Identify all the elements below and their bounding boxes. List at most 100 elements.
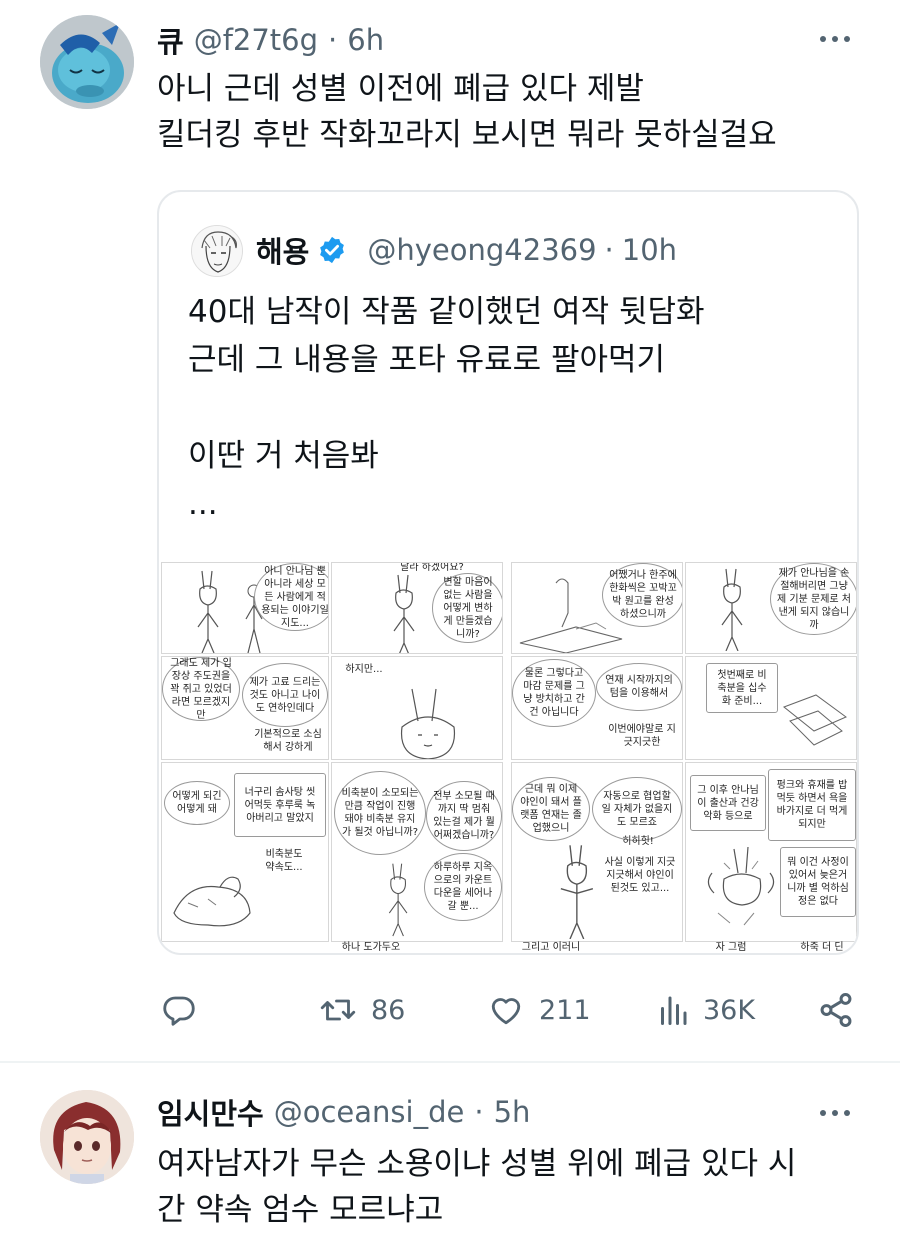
retweet-count: 86 (371, 994, 406, 1026)
display-name[interactable]: 임시만수 (157, 1091, 264, 1133)
speech-text: 하나 도가두오 (341, 941, 401, 953)
tweet-text-line: 킬더킹 후반 작화꼬라지 보시면 뭐라 못하실걸요 (157, 117, 777, 153)
comic-panel: 근데 뭐 이제 야인이 돼서 플랫폼 연재는 졸업했으니 자동으로 협업할 일 … (511, 762, 683, 942)
display-name[interactable]: 큐 (157, 19, 184, 61)
retweet-icon (320, 999, 356, 1021)
speech-bubble: 비축분도 약속도... (254, 843, 314, 879)
speech-bubble: 하루하루 지옥으로의 카운트다운을 세어나갈 뿐... (424, 853, 502, 921)
divider (0, 1061, 900, 1063)
scribble-rabbit-icon (707, 846, 775, 926)
speech-bubble: 어떻게 되긴 어떻게 돼 (164, 781, 230, 825)
comic-panel: 그래도 제가 입장상 주도권을 꽉 쥐고 있었더라면 모르겠지만 제가 고료 드… (161, 656, 329, 760)
speech-text: 연재 시작까지의 텀을 이용해서 (605, 675, 673, 699)
speech-bubble: 하지만... (334, 659, 394, 679)
quote-text-line (188, 384, 705, 432)
speech-bubble: 기본적으로 소심해서 강하게 (248, 725, 328, 757)
speech-text: 아니 안나님 뿐 아니라 세상 모든 사람에게 적용되는 이야기일지도... (261, 565, 329, 629)
rabbit-figure-icon (388, 863, 408, 937)
speech-text: 하루하루 지옥으로의 카운트다운을 세어나갈 뿐... (433, 862, 493, 912)
avatar[interactable] (40, 1090, 134, 1184)
rabbit-figure-icon (560, 845, 594, 939)
verified-badge-icon (320, 236, 345, 264)
speech-bubble: 그래도 제가 입장상 주도권을 꽉 쥐고 있었더라면 모르겠지만 (162, 657, 240, 721)
speech-bubble: 변할 마음이 없는 사람을 어떻게 변하게 만들겠습니까? (432, 573, 502, 643)
tweet-text-line: 간 약속 엄수 모르냐고 (157, 1192, 444, 1228)
reply-icon (163, 996, 195, 1026)
share-button[interactable] (817, 985, 855, 1035)
speech-bubble: 하죽 더 딘 (787, 940, 857, 953)
timestamp[interactable]: 6h (347, 23, 384, 57)
heart-icon (491, 998, 521, 1025)
speech-text: 비축분도 약속도... (265, 849, 303, 873)
speech-text: 그리고 이러니 (521, 941, 581, 953)
retweet-button[interactable]: 86 (319, 985, 405, 1035)
sketch-face-avatar-icon (192, 226, 242, 276)
views-button[interactable]: 36K (657, 985, 755, 1035)
handle[interactable]: @oceansi_de (274, 1095, 465, 1129)
reply-button[interactable] (161, 985, 197, 1035)
avatar[interactable] (40, 15, 134, 109)
anime-girl-avatar-icon (40, 1090, 134, 1184)
speech-bubble: 하나 도가두오 (331, 940, 411, 953)
comic-panel: 달라 하겠어요? 변할 마음이 없는 사람을 어떻게 변하게 만들겠습니까? (331, 562, 503, 654)
quote-display-name: 해용 (256, 235, 310, 269)
views-icon (661, 996, 687, 1025)
comic-panel: 아니 안나님 뿐 아니라 세상 모든 사람에게 적용되는 이야기일지도... (161, 562, 329, 654)
speech-text: 자 그럼 (715, 941, 747, 953)
comic-page-right: 어쨌거나 한주에 한화씩은 꼬박꼬박 원고를 완성 하셨으니까 제가 안나님을 … (511, 562, 857, 953)
speech-bubble: 자 그럼 (701, 940, 761, 953)
comic-panel: 물론 그렇다고 마감 문제를 그냥 방치하고 간건 아닙니다 연재 시작까지의 … (511, 656, 683, 760)
quote-text-line: 근데 그 내용을 포타 유료로 팔아먹기 (188, 342, 666, 378)
speech-text: 너구리 솜사탕 씻어먹듯 후루룩 녹아버리고 말았지 (244, 786, 316, 824)
rabbit-figure-icon (197, 570, 219, 653)
speech-bubble: 뭐 이건 사정이 있어서 늦은거니까 별 억하심정은 없다 (780, 847, 856, 917)
speech-text: 자동으로 협업할 일 자체가 없을지도 모르죠 (601, 790, 673, 828)
comic-panel: 어떻게 되긴 어떻게 돼 너구리 솜사탕 씻어먹듯 후루룩 녹아버리고 말았지 … (161, 762, 329, 942)
comic-panel: 어쨌거나 한주에 한화씩은 꼬박꼬박 원고를 완성 하셨으니까 (511, 562, 683, 654)
separator-dot: · (604, 233, 614, 267)
comic-panel: 하지만... (331, 656, 503, 760)
speech-text: 전부 소모될 때까지 딱 멈춰 있는걸 제가 뭘 어쩌겠습니까? (433, 791, 495, 841)
comic-panel: 그 이후 안나님이 출산과 건강 악화 등으로 펑크와 휴재를 밥먹듯 하면서 … (685, 762, 857, 942)
speech-text: 히히힛! (622, 835, 654, 847)
speech-text: 제가 안나님을 손절해버리면 그냥 제 기분 문제로 처낸게 되지 않습니까 (777, 567, 851, 631)
speech-text: 달라 하겠어요? (400, 562, 464, 573)
separator-dot: · (328, 23, 338, 57)
like-button[interactable]: 211 (487, 985, 591, 1035)
speech-text: 그 이후 안나님이 출산과 건강 악화 등으로 (697, 784, 759, 822)
speech-text: 하죽 더 딘 (800, 941, 844, 953)
speech-text: 어떻게 되긴 어떻게 돼 (172, 791, 222, 815)
blue-creature-avatar-icon (40, 15, 134, 109)
rabbit-face-icon (400, 688, 456, 759)
handle[interactable]: @f27t6g (194, 23, 318, 57)
timestamp[interactable]: 5h (494, 1095, 531, 1129)
speech-bubble: 펑크와 휴재를 밥먹듯 하면서 욕을 바가지로 더 먹게되지만 (768, 769, 856, 841)
more-options-icon[interactable] (820, 36, 850, 42)
quoted-tweet[interactable]: 해용 @hyeong42369 · 10h 40대 남작이 작품 같이했던 여작… (157, 190, 859, 955)
speech-bubble: 비축분이 소모되는 만큼 작업이 진행돼야 비축분 유지가 될것 아닙니까? (334, 771, 426, 855)
quote-text-line: ... (188, 486, 218, 522)
tweet-text-line: 아니 근데 성별 이전에 폐급 있다 제발 (157, 71, 644, 107)
speech-bubble: 연재 시작까지의 텀을 이용해서 (596, 663, 682, 711)
comic-panel: 비축분이 소모되는 만큼 작업이 진행돼야 비축분 유지가 될것 아닙니까? 전… (331, 762, 503, 942)
speech-text: 그래도 제가 입장상 주도권을 꽉 쥐고 있었더라면 모르겠지만 (170, 657, 232, 721)
speech-bubble: 제가 고료 드리는것도 아니고 나이도 연하인데다 (242, 663, 328, 727)
tweet-text-line: 여자남자가 무슨 소용이냐 성별 위에 폐급 있다 시 (157, 1146, 797, 1182)
comic-image[interactable]: 아니 안나님 뿐 아니라 세상 모든 사람에게 적용되는 이야기일지도... 달… (159, 562, 857, 953)
speech-text: 근데 뭐 이제 야인이 돼서 플랫폼 연재는 졸업했으니 (520, 784, 582, 834)
speech-text: 어쨌거나 한주에 한화씩은 꼬박꼬박 원고를 완성 하셨으니까 (609, 570, 677, 620)
quote-text-line: 이딴 거 처음봐 (188, 438, 379, 474)
more-options-icon[interactable] (820, 1110, 850, 1116)
quote-avatar (191, 225, 243, 277)
speech-bubble: 그 이후 안나님이 출산과 건강 악화 등으로 (690, 775, 766, 831)
share-icon (820, 992, 852, 1028)
speech-bubble: 너구리 솜사탕 씻어먹듯 후루룩 녹아버리고 말았지 (234, 773, 326, 837)
speech-text: 변할 마음이 없는 사람을 어떻게 변하게 만들겠습니까? (443, 576, 493, 640)
speech-bubble: 그리고 이러니 (511, 940, 591, 953)
comic-page-left: 아니 안나님 뿐 아니라 세상 모든 사람에게 적용되는 이야기일지도... 달… (159, 562, 505, 953)
separator-dot: · (474, 1095, 484, 1129)
speech-bubble: 전부 소모될 때까지 딱 멈춰 있는걸 제가 뭘 어쩌겠습니까? (426, 781, 502, 851)
speech-bubble: 아니 안나님 뿐 아니라 세상 모든 사람에게 적용되는 이야기일지도... (254, 563, 329, 631)
speech-bubble: 어쨌거나 한주에 한화씩은 꼬박꼬박 원고를 완성 하셨으니까 (602, 563, 682, 627)
comic-panel: 첫번째로 비축분을 십수화 준비... (685, 656, 857, 760)
